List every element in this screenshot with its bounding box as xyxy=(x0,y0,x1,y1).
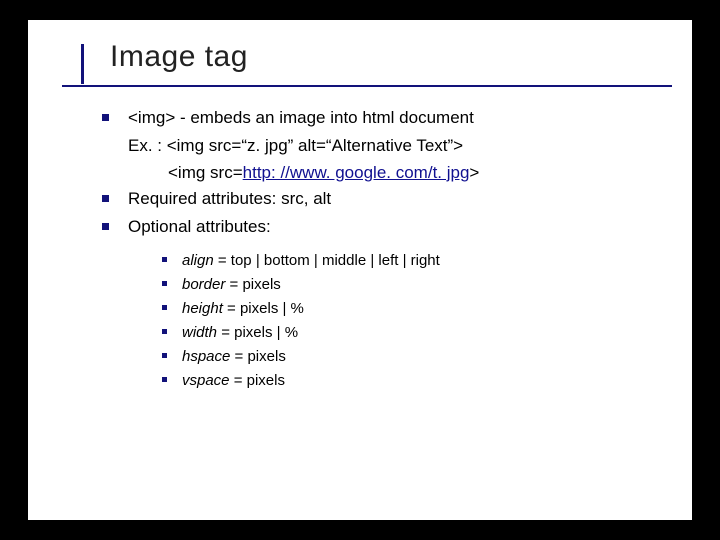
title-accent-bar xyxy=(81,44,84,84)
title-underline xyxy=(62,85,672,87)
square-bullet-icon xyxy=(162,377,167,382)
square-bullet-icon xyxy=(162,257,167,262)
example-line-2: <img src=http: //www. google. com/t. jpg… xyxy=(102,160,692,186)
optional-attrs-list: align = top | bottom | middle | left | r… xyxy=(102,243,692,393)
attr-name: hspace xyxy=(182,348,230,365)
list-item: border = pixels xyxy=(162,273,692,297)
bullet-text: <img> - embeds an image into html docume… xyxy=(128,108,474,127)
attr-values: = pixels xyxy=(230,348,285,365)
square-bullet-icon xyxy=(102,114,109,121)
slide-title: Image tag xyxy=(68,40,692,74)
attr-name: align xyxy=(182,252,214,269)
list-item: width = pixels | % xyxy=(162,321,692,345)
square-bullet-icon xyxy=(162,353,167,358)
bullet-required-attrs: Required attributes: src, alt xyxy=(102,186,692,212)
list-item: vspace = pixels xyxy=(162,369,692,393)
square-bullet-icon xyxy=(162,329,167,334)
attr-name: height xyxy=(182,300,223,317)
list-item: align = top | bottom | middle | left | r… xyxy=(162,249,692,273)
list-item: height = pixels | % xyxy=(162,297,692,321)
square-bullet-icon xyxy=(162,305,167,310)
attr-name: width xyxy=(182,324,217,341)
slide: Image tag <img> - embeds an image into h… xyxy=(28,20,692,520)
attr-values: = top | bottom | middle | left | right xyxy=(214,252,440,269)
square-bullet-icon xyxy=(102,195,109,202)
attr-name: vspace xyxy=(182,372,230,389)
attr-values: = pixels | % xyxy=(217,324,298,341)
attr-values: = pixels | % xyxy=(223,300,304,317)
example-url: http: //www. google. com/t. jpg xyxy=(243,163,470,182)
square-bullet-icon xyxy=(102,223,109,230)
slide-body: <img> - embeds an image into html docume… xyxy=(28,105,692,393)
example-suffix: > xyxy=(469,163,479,182)
bullet-text: Optional attributes: xyxy=(128,217,271,236)
title-block: Image tag xyxy=(28,20,692,79)
list-item: hspace = pixels xyxy=(162,345,692,369)
example-line-1: Ex. : <img src=“z. jpg” alt=“Alternative… xyxy=(102,133,692,159)
attr-values: = pixels xyxy=(225,276,280,293)
bullet-img-tag: <img> - embeds an image into html docume… xyxy=(102,105,692,131)
example-prefix: <img src= xyxy=(168,163,243,182)
square-bullet-icon xyxy=(162,281,167,286)
bullet-text: Required attributes: src, alt xyxy=(128,189,331,208)
bullet-optional-attrs: Optional attributes: xyxy=(102,214,692,240)
attr-values: = pixels xyxy=(230,372,285,389)
attr-name: border xyxy=(182,276,225,293)
